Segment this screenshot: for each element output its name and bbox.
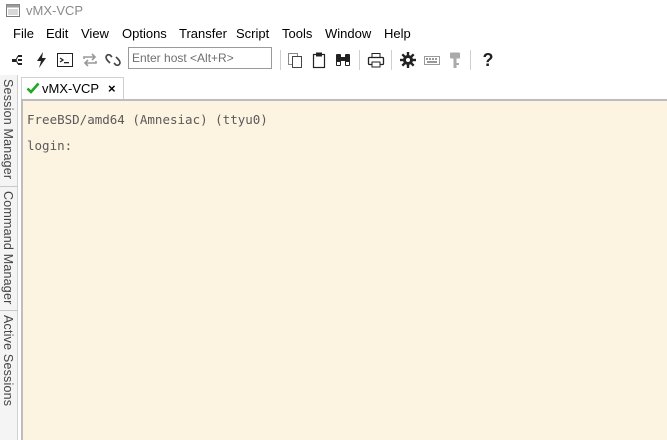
menu-help[interactable]: Help bbox=[384, 26, 411, 41]
connected-check-icon bbox=[26, 82, 40, 94]
menu-transfer[interactable]: Transfer bbox=[179, 26, 227, 41]
active-sessions-label: Active Sessions bbox=[1, 315, 15, 407]
title-bar: vMX-VCP bbox=[0, 0, 667, 22]
session-tab-label: vMX-VCP bbox=[42, 81, 100, 96]
settings-icon[interactable] bbox=[398, 50, 418, 70]
keymap-icon[interactable] bbox=[422, 50, 442, 70]
terminal-line: login: bbox=[27, 138, 73, 153]
command-manager-tab[interactable]: Command Manager bbox=[0, 187, 18, 311]
toolbar-separator bbox=[391, 50, 392, 70]
copy-icon[interactable] bbox=[285, 50, 305, 70]
terminal-line: FreeBSD/amd64 (Amnesiac) (ttyu0) bbox=[27, 112, 268, 127]
toolbar-separator bbox=[359, 50, 360, 70]
session-tab-strip: vMX-VCP × bbox=[21, 75, 667, 99]
menu-tools[interactable]: Tools bbox=[282, 26, 312, 41]
print-icon[interactable] bbox=[366, 50, 386, 70]
menu-view[interactable]: View bbox=[81, 26, 109, 41]
reconnect-icon[interactable] bbox=[80, 50, 100, 70]
svg-text:?: ? bbox=[483, 50, 494, 70]
active-sessions-tab[interactable]: Active Sessions bbox=[0, 311, 18, 416]
host-input[interactable] bbox=[128, 47, 272, 69]
toolbar-separator bbox=[470, 50, 471, 70]
toolbar: ? bbox=[0, 45, 667, 75]
app-icon bbox=[6, 4, 20, 17]
paste-icon[interactable] bbox=[309, 50, 329, 70]
find-icon[interactable] bbox=[333, 50, 353, 70]
disconnect-icon[interactable] bbox=[103, 50, 123, 70]
key-icon[interactable] bbox=[445, 50, 465, 70]
connect-in-tab-icon[interactable] bbox=[9, 50, 29, 70]
session-tab[interactable]: vMX-VCP × bbox=[21, 77, 124, 99]
help-icon[interactable]: ? bbox=[478, 50, 498, 70]
menu-script[interactable]: Script bbox=[236, 26, 269, 41]
window-title: vMX-VCP bbox=[26, 3, 84, 18]
menu-options[interactable]: Options bbox=[122, 26, 167, 41]
side-panel: Session Manager Command Manager Active S… bbox=[0, 75, 18, 440]
terminal-area[interactable]: FreeBSD/amd64 (Amnesiac) (ttyu0) login: bbox=[21, 99, 667, 440]
session-manager-tab[interactable]: Session Manager bbox=[0, 75, 18, 187]
session-manager-label: Session Manager bbox=[1, 79, 15, 180]
terminal-icon[interactable] bbox=[55, 50, 75, 70]
menu-bar: File Edit View Options Transfer Script T… bbox=[0, 23, 667, 45]
menu-edit[interactable]: Edit bbox=[46, 26, 68, 41]
quick-connect-icon[interactable] bbox=[32, 50, 52, 70]
command-manager-label: Command Manager bbox=[1, 191, 15, 305]
close-tab-button[interactable]: × bbox=[108, 81, 116, 96]
toolbar-separator bbox=[280, 50, 281, 70]
menu-window[interactable]: Window bbox=[325, 26, 371, 41]
menu-file[interactable]: File bbox=[13, 26, 34, 41]
